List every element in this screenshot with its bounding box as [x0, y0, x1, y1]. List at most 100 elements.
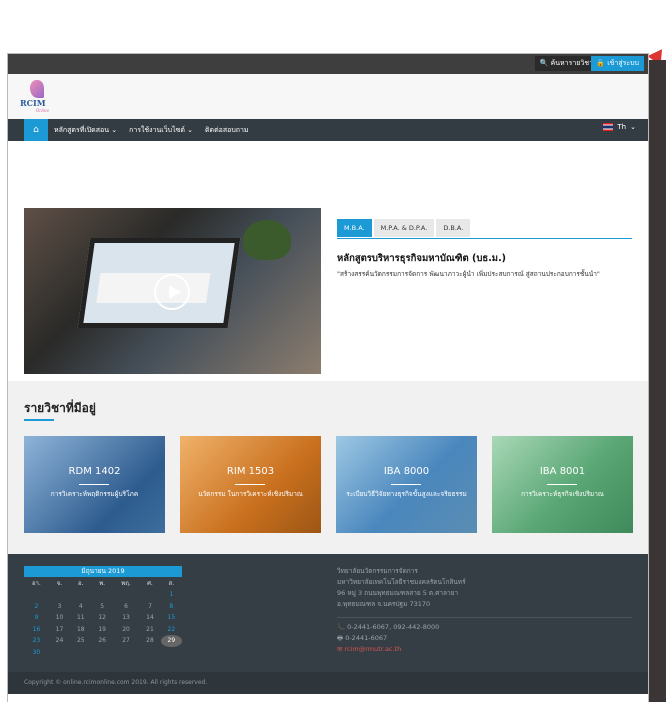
- calendar-day[interactable]: 15: [161, 612, 182, 624]
- footer: มิถุนายน 2019 อา. จ. อ. พ. พฤ. ศ. ส. 123456789…: [8, 554, 648, 694]
- calendar-day[interactable]: 4: [70, 601, 91, 613]
- website: 🔍 ค้นหารายวิชา 🔒 เข้าสู่ระบบ RCIM Online…: [8, 54, 648, 702]
- calendar-day: [139, 647, 160, 659]
- background-edge: [648, 60, 666, 702]
- calendar-day[interactable]: 23: [24, 635, 49, 647]
- calendar-week: 1: [24, 589, 182, 601]
- calendar-day[interactable]: 21: [139, 624, 160, 636]
- program-tabs: M.B.A. M.P.A. & D.P.A. D.B.A.: [337, 219, 471, 237]
- calendar-day: [113, 589, 140, 601]
- calendar-day[interactable]: 2: [24, 601, 49, 613]
- nav-item-courses[interactable]: หลักสูตรที่เปิดสอน ⌄: [48, 125, 123, 136]
- course-card[interactable]: IBA 8001 การวิเคราะห์ธุรกิจเชิงปริมาณ: [492, 436, 633, 533]
- course-divider: [391, 484, 421, 485]
- contact-block: 📞 0-2441-6067, 092-442-8000 🖶 0-2441-606…: [337, 622, 439, 655]
- tab-dba[interactable]: D.B.A.: [436, 219, 471, 237]
- calendar-day[interactable]: 19: [91, 624, 112, 636]
- header: RCIM Online: [8, 74, 648, 119]
- nav-item-label: ติดต่อสอบถาม: [205, 125, 249, 134]
- top-bar: 🔍 ค้นหารายวิชา 🔒 เข้าสู่ระบบ: [8, 54, 648, 74]
- course-name: นวัตกรรม ในการวิเคราะห์เชิงปริมาณ: [198, 490, 303, 498]
- plant-decoration: [243, 220, 291, 260]
- calendar-day: [91, 647, 112, 659]
- tab-mba[interactable]: M.B.A.: [337, 219, 372, 237]
- calendar-day: [24, 589, 49, 601]
- section-underline: [24, 419, 54, 421]
- search-courses-button[interactable]: 🔍 ค้นหารายวิชา: [534, 56, 598, 71]
- calendar-day-header: ส.: [168, 580, 175, 587]
- calendar-month: มิถุนายน 2019: [24, 566, 182, 577]
- calendar-day[interactable]: 10: [49, 612, 70, 624]
- course-name: การวิเคราะห์พฤติกรรมผู้บริโภค: [50, 490, 139, 498]
- language-selector[interactable]: Th ⌄: [603, 123, 636, 131]
- calendar-day: [161, 647, 182, 659]
- section-title: รายวิชาที่มีอยู่: [24, 401, 96, 415]
- tab-underline: [337, 238, 632, 239]
- logo-mark-icon: [30, 80, 44, 98]
- course-card[interactable]: RIM 1503 นวัตกรรม ในการวิเคราะห์เชิงปริม…: [180, 436, 321, 533]
- calendar-day[interactable]: 8: [161, 601, 182, 613]
- calendar-day[interactable]: 12: [91, 612, 112, 624]
- calendar-day[interactable]: 6: [113, 601, 140, 613]
- hero-video-thumbnail[interactable]: [24, 208, 321, 374]
- screenshot-frame: 🔍 ค้นหารายวิชา 🔒 เข้าสู่ระบบ RCIM Online…: [0, 0, 666, 702]
- calendar-day[interactable]: 27: [113, 635, 140, 647]
- calendar-day-header: จ.: [56, 580, 63, 587]
- address-line: วิทยาลัยนวัตกรรมการจัดการ: [337, 567, 418, 575]
- calendar-week: 30: [24, 647, 182, 659]
- copyright-bar: Copyright © online.rcimonline.com 2019. …: [8, 672, 648, 694]
- calendar-day: [139, 589, 160, 601]
- course-card[interactable]: RDM 1402 การวิเคราะห์พฤติกรรมผู้บริโภค: [24, 436, 165, 533]
- calendar-day[interactable]: 7: [139, 601, 160, 613]
- calendar-week: 16 17 18 19 20 21 22: [24, 624, 182, 636]
- calendar-day[interactable]: 30: [24, 647, 49, 659]
- calendar-day[interactable]: 28: [139, 635, 160, 647]
- calendar-day[interactable]: 3: [49, 601, 70, 613]
- calendar-week: 23 24 25 26 27 28 29: [24, 635, 182, 647]
- courses-section: รายวิชาที่มีอยู่ RDM 1402 การวิเคราะห์พฤ…: [8, 381, 648, 554]
- calendar-day: [49, 647, 70, 659]
- nav-item-label: การใช้งานเว็บไซต์: [129, 125, 185, 134]
- email-link[interactable]: ✉ rcim@rmutr.ac.th: [337, 644, 439, 655]
- calendar-day[interactable]: 18: [70, 624, 91, 636]
- calendar-day[interactable]: 29: [160, 635, 182, 647]
- calendar-day[interactable]: 17: [49, 624, 70, 636]
- calendar-day[interactable]: 1: [161, 589, 182, 601]
- logo-subtext: Online: [36, 108, 49, 113]
- chevron-down-icon: ⌄: [630, 123, 636, 131]
- course-card[interactable]: IBA 8000 ระเบียบวิธีวิจัยทางธุรกิจขั้นสู…: [336, 436, 477, 533]
- play-icon[interactable]: [154, 274, 190, 310]
- calendar-day[interactable]: 24: [49, 635, 70, 647]
- calendar-day: [113, 647, 140, 659]
- calendar-day: [91, 589, 112, 601]
- course-divider: [79, 484, 109, 485]
- calendar-day[interactable]: 13: [113, 612, 140, 624]
- calendar-day[interactable]: 22: [161, 624, 182, 636]
- nav-item-contact[interactable]: ติดต่อสอบถาม: [199, 125, 255, 136]
- course-divider: [235, 484, 265, 485]
- nav-item-usage[interactable]: การใช้งานเว็บไซต์ ⌄: [123, 125, 199, 136]
- course-name: ระเบียบวิธีวิจัยทางธุรกิจขั้นสูงและจริยธ…: [346, 490, 467, 498]
- calendar-day-header: อา.: [31, 580, 41, 587]
- calendar-day[interactable]: 5: [91, 601, 112, 613]
- course-code: RIM 1503: [226, 466, 275, 477]
- rcim-logo[interactable]: RCIM Online: [20, 80, 56, 114]
- calendar-day[interactable]: 11: [70, 612, 91, 624]
- calendar-day[interactable]: 9: [24, 612, 49, 624]
- tab-mpa-dpa[interactable]: M.P.A. & D.P.A.: [373, 219, 435, 237]
- course-name: การวิเคราะห์ธุรกิจเชิงปริมาณ: [521, 490, 604, 498]
- logo-text: RCIM: [20, 98, 46, 108]
- calendar-day[interactable]: 20: [113, 624, 140, 636]
- thai-flag-icon: [603, 123, 614, 131]
- calendar-day[interactable]: 25: [70, 635, 91, 647]
- login-button[interactable]: 🔒 เข้าสู่ระบบ: [591, 56, 644, 71]
- calendar-day-header: อ.: [78, 580, 84, 587]
- calendar-table: อา. จ. อ. พ. พฤ. ศ. ส. 1 2 3 4 5 6 7 8 9 10 11 12 13 14 15 16…: [24, 577, 182, 658]
- calendar-widget: มิถุนายน 2019 อา. จ. อ. พ. พฤ. ศ. ส. 123456789…: [24, 566, 182, 658]
- home-icon[interactable]: ⌂: [24, 119, 48, 141]
- language-label: Th: [617, 123, 627, 131]
- calendar-day[interactable]: 16: [24, 624, 49, 636]
- calendar-week: 9 10 11 12 13 14 15: [24, 612, 182, 624]
- calendar-day[interactable]: 26: [91, 635, 112, 647]
- calendar-day[interactable]: 14: [139, 612, 160, 624]
